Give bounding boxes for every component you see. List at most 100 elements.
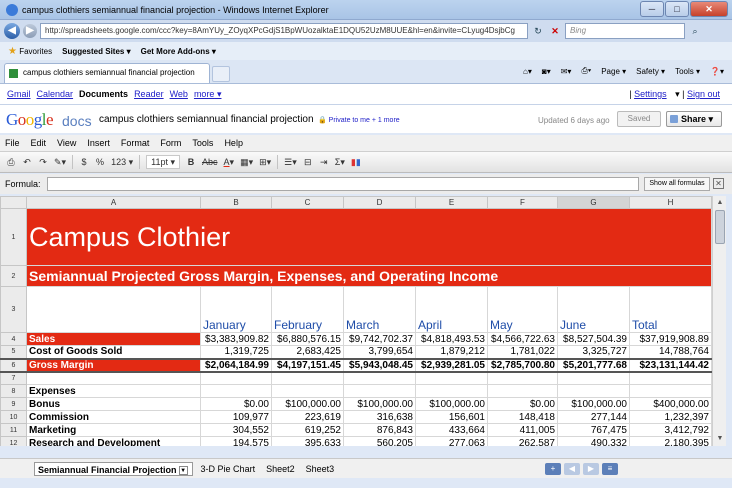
cell[interactable] xyxy=(629,371,712,385)
row-header[interactable]: 5 xyxy=(0,345,27,360)
gbar-link-more[interactable]: more ▾ xyxy=(194,89,222,100)
browser-tab[interactable]: campus clothiers semiannual financial pr… xyxy=(4,63,210,83)
close-formula-icon[interactable]: ✕ xyxy=(713,178,724,189)
row-header[interactable]: 11 xyxy=(0,423,27,437)
label-cell[interactable]: Marketing xyxy=(26,423,201,437)
value-cell[interactable]: $100,000.00 xyxy=(415,397,488,411)
home-icon[interactable]: ⌂▾ xyxy=(523,67,532,76)
value-cell[interactable]: 14,788,764 xyxy=(629,345,712,360)
row-header[interactable]: 4 xyxy=(0,332,27,346)
menu-form[interactable]: Form xyxy=(160,138,181,148)
paint-format-icon[interactable]: ✎▾ xyxy=(54,155,66,169)
label-cell[interactable]: Bonus xyxy=(26,397,201,411)
undo-icon[interactable]: ↶ xyxy=(22,155,32,169)
value-cell[interactable]: 223,619 xyxy=(271,410,344,424)
menu-insert[interactable]: Insert xyxy=(87,138,110,148)
sheet-tab-semiannual[interactable]: Semiannual Financial Projection ▼ xyxy=(34,461,193,476)
column-header[interactable]: D xyxy=(343,196,416,209)
value-cell[interactable]: $2,939,281.05 xyxy=(415,358,488,373)
row-header[interactable]: 10 xyxy=(0,410,27,424)
sheet-menu-icon[interactable]: ▼ xyxy=(178,465,188,475)
value-cell[interactable]: $3,383,909.82 xyxy=(200,332,272,346)
value-cell[interactable]: 2,180,395 xyxy=(629,436,712,446)
help-icon[interactable]: ❓▾ xyxy=(710,67,724,76)
search-icon[interactable]: ⌕ xyxy=(688,24,702,38)
menu-edit[interactable]: Edit xyxy=(31,138,47,148)
value-cell[interactable]: 767,475 xyxy=(557,423,630,437)
addons-button[interactable]: Get More Add-ons ▾ xyxy=(141,47,216,56)
value-cell[interactable]: 156,601 xyxy=(415,410,488,424)
month-cell[interactable]: June xyxy=(557,286,630,333)
row-header[interactable]: 8 xyxy=(0,384,27,398)
cell[interactable] xyxy=(200,371,272,385)
wrap-text-icon[interactable]: ⇥ xyxy=(319,155,329,169)
value-cell[interactable]: $23,131,144.42 xyxy=(629,358,712,373)
value-cell[interactable]: $400,000.00 xyxy=(629,397,712,411)
sheet-tab-pie-chart[interactable]: 3-D Pie Chart xyxy=(198,462,259,476)
cell[interactable] xyxy=(343,384,416,398)
value-cell[interactable]: $0.00 xyxy=(487,397,558,411)
refresh-icon[interactable]: ↻ xyxy=(531,24,545,38)
subtitle-cell[interactable]: Semiannual Projected Gross Margin, Expen… xyxy=(26,265,712,287)
value-cell[interactable]: $4,818,493.53 xyxy=(415,332,488,346)
month-cell[interactable]: Total xyxy=(629,286,712,333)
month-cell[interactable]: March xyxy=(343,286,416,333)
label-cell[interactable]: Cost of Goods Sold xyxy=(26,345,201,360)
label-cell[interactable]: Research and Development xyxy=(26,436,201,446)
font-size-dropdown[interactable]: 11pt ▾ xyxy=(146,155,181,169)
formula-input[interactable] xyxy=(47,177,639,191)
scroll-up-icon[interactable]: ▲ xyxy=(715,198,725,208)
value-cell[interactable]: 619,252 xyxy=(271,423,344,437)
stop-icon[interactable]: ✕ xyxy=(548,24,562,38)
value-cell[interactable]: $5,201,777.68 xyxy=(557,358,630,373)
share-button[interactable]: Share ▾ xyxy=(666,111,722,127)
value-cell[interactable]: $4,197,151.45 xyxy=(271,358,344,373)
favorites-button[interactable]: ★ Favorites xyxy=(8,46,52,57)
next-sheet-icon[interactable]: ▶ xyxy=(583,463,599,475)
prev-sheet-icon[interactable]: ◀ xyxy=(564,463,580,475)
address-input[interactable]: http://spreadsheets.google.com/ccc?key=8… xyxy=(40,23,528,39)
bold-button[interactable]: B xyxy=(186,155,196,169)
mail-icon[interactable]: ✉▾ xyxy=(561,67,572,76)
row-header[interactable]: 1 xyxy=(0,208,27,266)
cell[interactable] xyxy=(271,384,344,398)
value-cell[interactable]: 148,418 xyxy=(487,410,558,424)
cell[interactable] xyxy=(487,371,558,385)
value-cell[interactable]: 1,879,212 xyxy=(415,345,488,360)
value-cell[interactable]: 109,977 xyxy=(200,410,272,424)
menu-help[interactable]: Help xyxy=(224,138,243,148)
value-cell[interactable]: $9,742,702.37 xyxy=(343,332,416,346)
value-cell[interactable]: $6,880,576.15 xyxy=(271,332,344,346)
percent-format-button[interactable]: % xyxy=(95,155,105,169)
back-button[interactable]: ◀ xyxy=(4,23,20,39)
month-cell[interactable]: April xyxy=(415,286,488,333)
gbar-link-web[interactable]: Web xyxy=(170,89,188,99)
row-header[interactable]: 6 xyxy=(0,358,27,373)
cell[interactable] xyxy=(343,371,416,385)
sheet-tab-sheet3[interactable]: Sheet3 xyxy=(303,462,338,476)
gbar-link-reader[interactable]: Reader xyxy=(134,89,164,99)
cell[interactable] xyxy=(26,371,201,385)
gbar-link-calendar[interactable]: Calendar xyxy=(37,89,74,99)
value-cell[interactable]: 490,332 xyxy=(557,436,630,446)
cell[interactable] xyxy=(26,286,201,333)
cell[interactable] xyxy=(557,371,630,385)
column-header[interactable]: A xyxy=(26,196,201,209)
value-cell[interactable]: 277,144 xyxy=(557,410,630,424)
print-icon[interactable]: ⎙ xyxy=(6,155,16,169)
value-cell[interactable]: $2,785,700.80 xyxy=(487,358,558,373)
row-header[interactable]: 12 xyxy=(0,436,27,446)
spreadsheet-grid[interactable]: A B C D E F G H 1 Campus Clothier 2 Semi… xyxy=(0,196,712,446)
redo-icon[interactable]: ↷ xyxy=(38,155,48,169)
value-cell[interactable]: $100,000.00 xyxy=(271,397,344,411)
month-cell[interactable]: May xyxy=(487,286,558,333)
menu-file[interactable]: File xyxy=(5,138,20,148)
minimize-button[interactable]: ─ xyxy=(640,1,664,17)
scrollbar-thumb[interactable] xyxy=(715,210,725,244)
column-header[interactable]: F xyxy=(487,196,558,209)
label-cell[interactable]: Commission xyxy=(26,410,201,424)
label-cell[interactable]: Sales xyxy=(26,332,201,346)
forward-button[interactable]: ▶ xyxy=(23,24,37,38)
add-sheet-icon[interactable]: + xyxy=(545,463,561,475)
value-cell[interactable]: 2,683,425 xyxy=(271,345,344,360)
